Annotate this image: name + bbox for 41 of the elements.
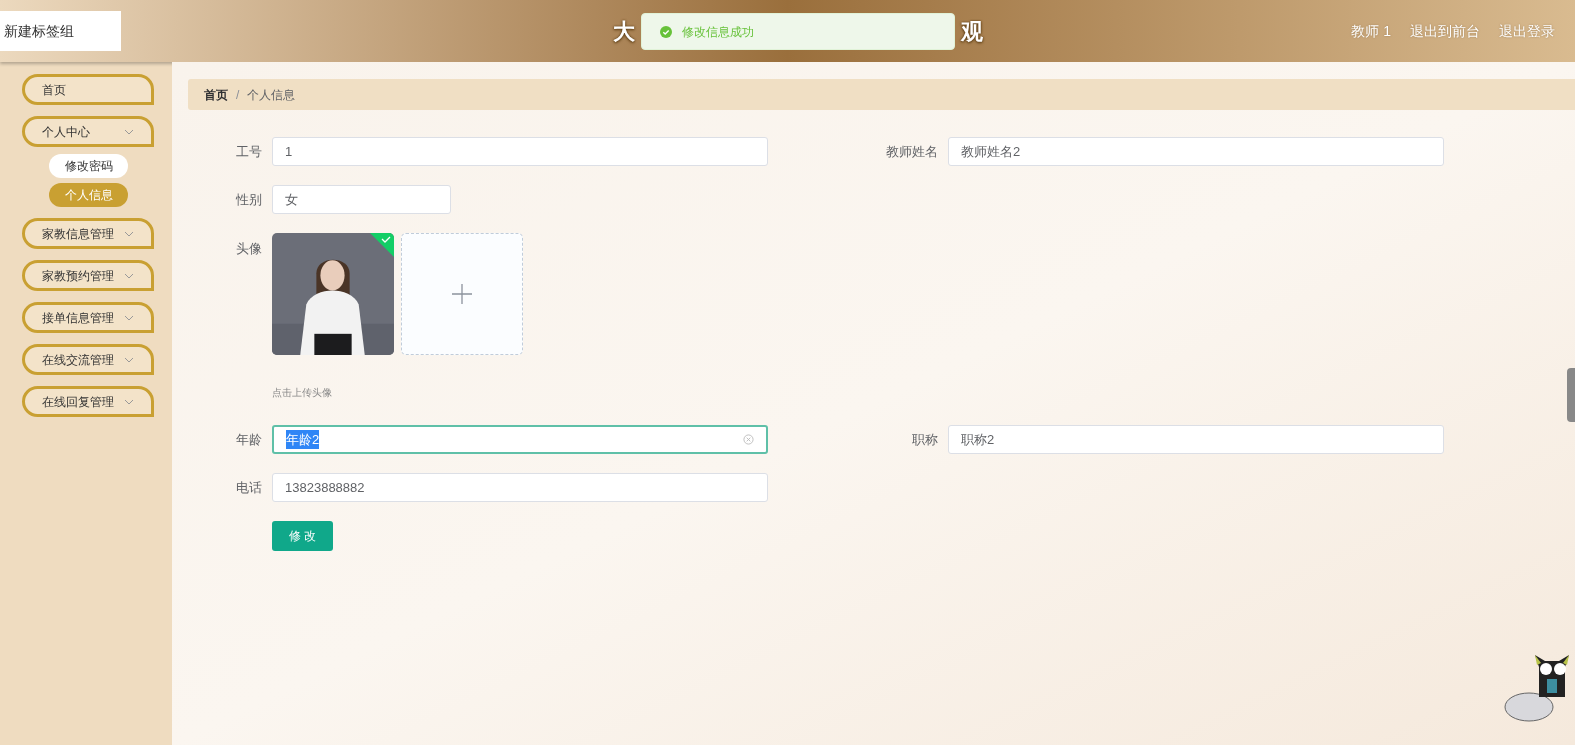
field-value: 1 (285, 142, 293, 161)
breadcrumb-separator: / (236, 86, 240, 104)
sidebar-item[interactable]: 家教预约管理 (22, 260, 154, 291)
field-value: 教师姓名2 (961, 142, 1021, 161)
field-label: 电话 (235, 478, 263, 497)
input-field[interactable]: 13823888882 (272, 473, 768, 502)
field-value: 年龄2 (286, 429, 320, 450)
success-icon (660, 25, 672, 38)
scrollbar-thumb[interactable] (1567, 368, 1575, 422)
browser-tab[interactable]: 新建标签组 (0, 11, 121, 51)
sidebar-item[interactable]: 在线回复管理 (22, 386, 154, 417)
field-label: 教师姓名 (885, 142, 939, 161)
field-label: 职称 (911, 430, 939, 449)
plus-icon (452, 284, 472, 304)
field-label: 头像 (235, 240, 263, 258)
user-name: 教师 1 (1351, 21, 1391, 41)
field-value: 女 (285, 190, 298, 209)
toast-message: 修改信息成功 (682, 23, 754, 41)
field-value: 13823888882 (285, 478, 365, 497)
input-field[interactable]: 1 (272, 137, 768, 166)
field-label: 工号 (235, 142, 263, 161)
field-label: 年龄 (235, 430, 263, 449)
upload-button[interactable] (401, 233, 523, 355)
input-field[interactable]: 职称2 (948, 425, 1444, 454)
breadcrumb-item[interactable]: 首页 (204, 85, 228, 104)
breadcrumb-item: 个人信息 (247, 86, 296, 104)
clear-icon[interactable] (743, 434, 754, 445)
sidebar-item[interactable]: 在线交流管理 (22, 344, 154, 375)
site-title: 观 (961, 17, 983, 46)
submenu-item[interactable]: 修改密码 (49, 154, 128, 178)
site-title: 大 (613, 17, 635, 46)
input-field[interactable]: 教师姓名2 (948, 137, 1444, 166)
sidebar-item[interactable]: 家教信息管理 (22, 218, 154, 249)
sidebar-item[interactable]: 首页 (22, 74, 154, 105)
sidebar-item[interactable]: 个人中心 (22, 116, 154, 147)
sidebar-item[interactable]: 接单信息管理 (22, 302, 154, 333)
input-field[interactable]: 女 (272, 185, 451, 214)
field-label: 性别 (235, 190, 263, 209)
field-value: 职称2 (961, 430, 995, 449)
input-field[interactable]: 年龄2 (272, 425, 768, 454)
upload-hint: 点击上传头像 (272, 386, 333, 400)
